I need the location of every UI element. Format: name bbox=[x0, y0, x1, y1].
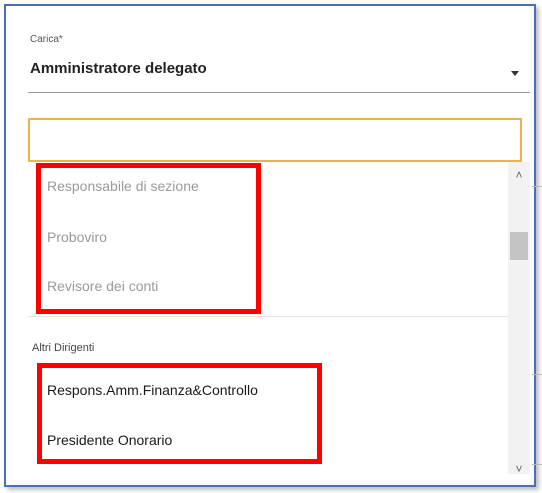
carica-select-value[interactable]: Amministratore delegato bbox=[30, 60, 207, 77]
edge-tick bbox=[532, 186, 542, 187]
dropdown-scrollbar[interactable] bbox=[508, 162, 530, 474]
select-underline bbox=[28, 92, 530, 93]
edge-tick bbox=[532, 464, 542, 465]
red-highlight-box-2 bbox=[37, 363, 322, 464]
chevron-down-icon[interactable] bbox=[511, 71, 519, 76]
chevron-down-icon[interactable]: ˅ bbox=[508, 460, 530, 478]
dropdown-search-input[interactable] bbox=[28, 118, 522, 162]
carica-field-label: Carica* bbox=[30, 34, 63, 45]
chevron-up-icon[interactable]: ˄ bbox=[508, 166, 530, 184]
group-label-altri-dirigenti: Altri Dirigenti bbox=[32, 342, 95, 354]
group-divider bbox=[28, 316, 512, 317]
scrollbar-thumb[interactable] bbox=[510, 232, 528, 260]
edge-tick bbox=[532, 374, 542, 375]
red-highlight-box-1 bbox=[36, 163, 261, 314]
